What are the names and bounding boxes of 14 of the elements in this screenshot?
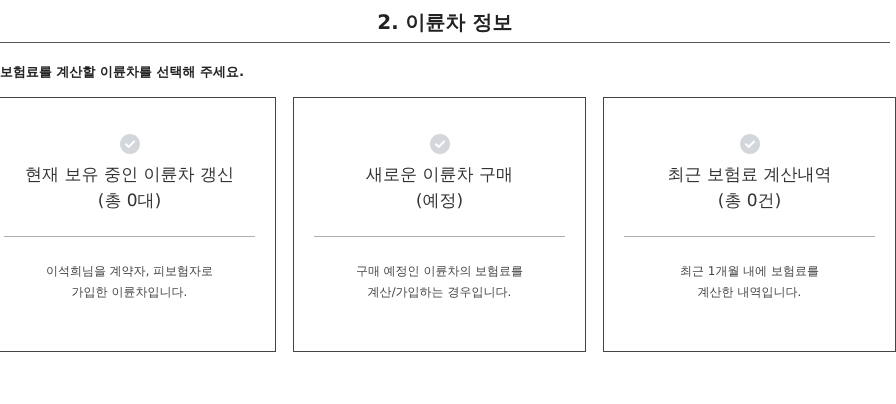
option-card[interactable]: 현재 보유 중인 이륜차 갱신 (총 0대) 이석희님을 계약자, 피보험자로 가입한 이륜차입니다. [0, 96, 276, 352]
check-icon [120, 134, 140, 154]
check-icon [740, 134, 760, 154]
instruction-text: 보험료를 계산할 이륜차를 선택해 주세요. [0, 64, 246, 82]
option-card[interactable]: 새로운 이륜차 구매 (예정) 구매 예정인 이륜차의 보험료를 계산/가입하는 경우입니다. [293, 96, 586, 352]
option-title: 현재 보유 중인 이륜차 갱신 (총 0대) [25, 164, 234, 213]
option-description: 구매 예정인 이륜차의 보험료를 계산/가입하는 경우입니다. [356, 263, 524, 302]
option-description: 이석희님을 계약자, 피보험자로 가입한 이륜차입니다. [46, 263, 214, 302]
option-title: 새로운 이륜차 구매 (예정) [366, 164, 513, 213]
option-card[interactable]: 최근 보험료 계산내역 (총 0건) 최근 1개월 내에 보험료를 계산한 내역입니다. [603, 96, 896, 352]
option-description: 최근 1개월 내에 보험료를 계산한 내역입니다. [680, 263, 820, 302]
section-title: 2. 이륜차 정보 [0, 0, 890, 43]
check-icon [430, 134, 450, 154]
option-title: 최근 보험료 계산내역 (총 0건) [668, 164, 832, 213]
